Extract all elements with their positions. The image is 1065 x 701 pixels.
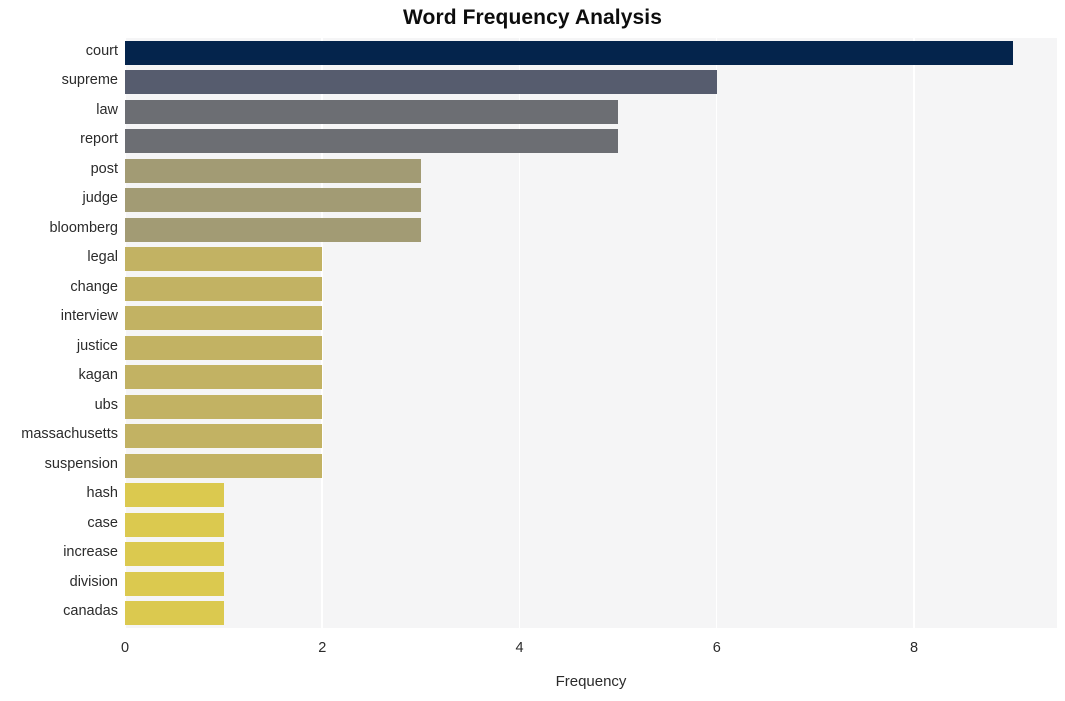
- y-tick-label-law: law: [96, 101, 118, 118]
- bar-row: [125, 99, 1057, 124]
- bar-supreme: [125, 70, 717, 95]
- bar-row: [125, 217, 1057, 242]
- y-tick-label-change: change: [70, 278, 118, 295]
- bar-row: [125, 571, 1057, 596]
- bar-report: [125, 129, 619, 154]
- x-tick-label-2: 2: [318, 640, 327, 656]
- y-tick-label-canadas: canadas: [63, 603, 118, 620]
- x-axis-label: Frequency: [555, 673, 627, 690]
- bar-row: [125, 70, 1057, 95]
- y-tick-label-justice: justice: [76, 337, 118, 354]
- y-tick-label-suspension: suspension: [44, 455, 118, 472]
- bar-justice: [125, 335, 323, 360]
- bar-judge: [125, 188, 421, 213]
- y-axis-tick-labels: court supreme law report post judge bloomberg l…: [0, 38, 118, 628]
- y-tick-label-hash: hash: [86, 485, 118, 502]
- bar-hash: [125, 483, 224, 508]
- y-tick-label-report: report: [80, 131, 118, 148]
- y-tick-label-judge: judge: [82, 190, 118, 207]
- x-tick-label-6: 6: [712, 640, 721, 656]
- bar-row: [125, 483, 1057, 508]
- bar-row: [125, 365, 1057, 390]
- bar-ubs: [125, 394, 323, 419]
- x-tick-label-4: 4: [515, 640, 524, 656]
- bar-row: [125, 158, 1057, 183]
- y-tick-label-increase: increase: [63, 544, 118, 561]
- bar-row: [125, 188, 1057, 213]
- y-tick-label-post: post: [90, 160, 118, 177]
- bar-row: [125, 247, 1057, 272]
- bar-post: [125, 158, 421, 183]
- chart-figure: Word Frequency Analysis court supreme law r…: [0, 0, 1065, 701]
- y-tick-label-court: court: [85, 42, 118, 59]
- bar-canadas: [125, 601, 224, 626]
- x-tick-label-8: 8: [909, 640, 919, 656]
- y-tick-label-supreme: supreme: [61, 72, 118, 89]
- bar-row: [125, 394, 1057, 419]
- bar-bloomberg: [125, 217, 421, 242]
- bar-change: [125, 276, 323, 301]
- bar-row: [125, 40, 1057, 65]
- y-tick-label-kagan: kagan: [78, 367, 118, 384]
- bar-row: [125, 542, 1057, 567]
- x-axis-tick-labels: 0 2 4 6 8: [0, 628, 1065, 668]
- plot-area: [125, 38, 1057, 628]
- bar-row: [125, 129, 1057, 154]
- bar-row: [125, 306, 1057, 331]
- bar-suspension: [125, 453, 323, 478]
- bar-series: [125, 38, 1057, 628]
- bar-row: [125, 601, 1057, 626]
- y-tick-label-case: case: [87, 514, 118, 531]
- bar-increase: [125, 542, 224, 567]
- y-tick-label-division: division: [69, 573, 118, 590]
- bar-row: [125, 335, 1057, 360]
- chart-title: Word Frequency Analysis: [402, 6, 663, 29]
- bar-kagan: [125, 365, 323, 390]
- bar-division: [125, 571, 224, 596]
- bar-row: [125, 453, 1057, 478]
- bar-interview: [125, 306, 323, 331]
- bar-case: [125, 512, 224, 537]
- bar-court: [125, 40, 1013, 65]
- bar-row: [125, 424, 1057, 449]
- bar-row: [125, 512, 1057, 537]
- y-tick-label-interview: interview: [60, 308, 118, 325]
- bar-legal: [125, 247, 323, 272]
- y-tick-label-massachusetts: massachusetts: [21, 426, 118, 443]
- y-tick-label-ubs: ubs: [94, 396, 118, 413]
- y-tick-label-bloomberg: bloomberg: [49, 219, 118, 236]
- bar-massachusetts: [125, 424, 323, 449]
- bar-row: [125, 276, 1057, 301]
- x-tick-label-0: 0: [120, 640, 130, 656]
- bar-law: [125, 99, 619, 124]
- y-tick-label-legal: legal: [87, 249, 118, 266]
